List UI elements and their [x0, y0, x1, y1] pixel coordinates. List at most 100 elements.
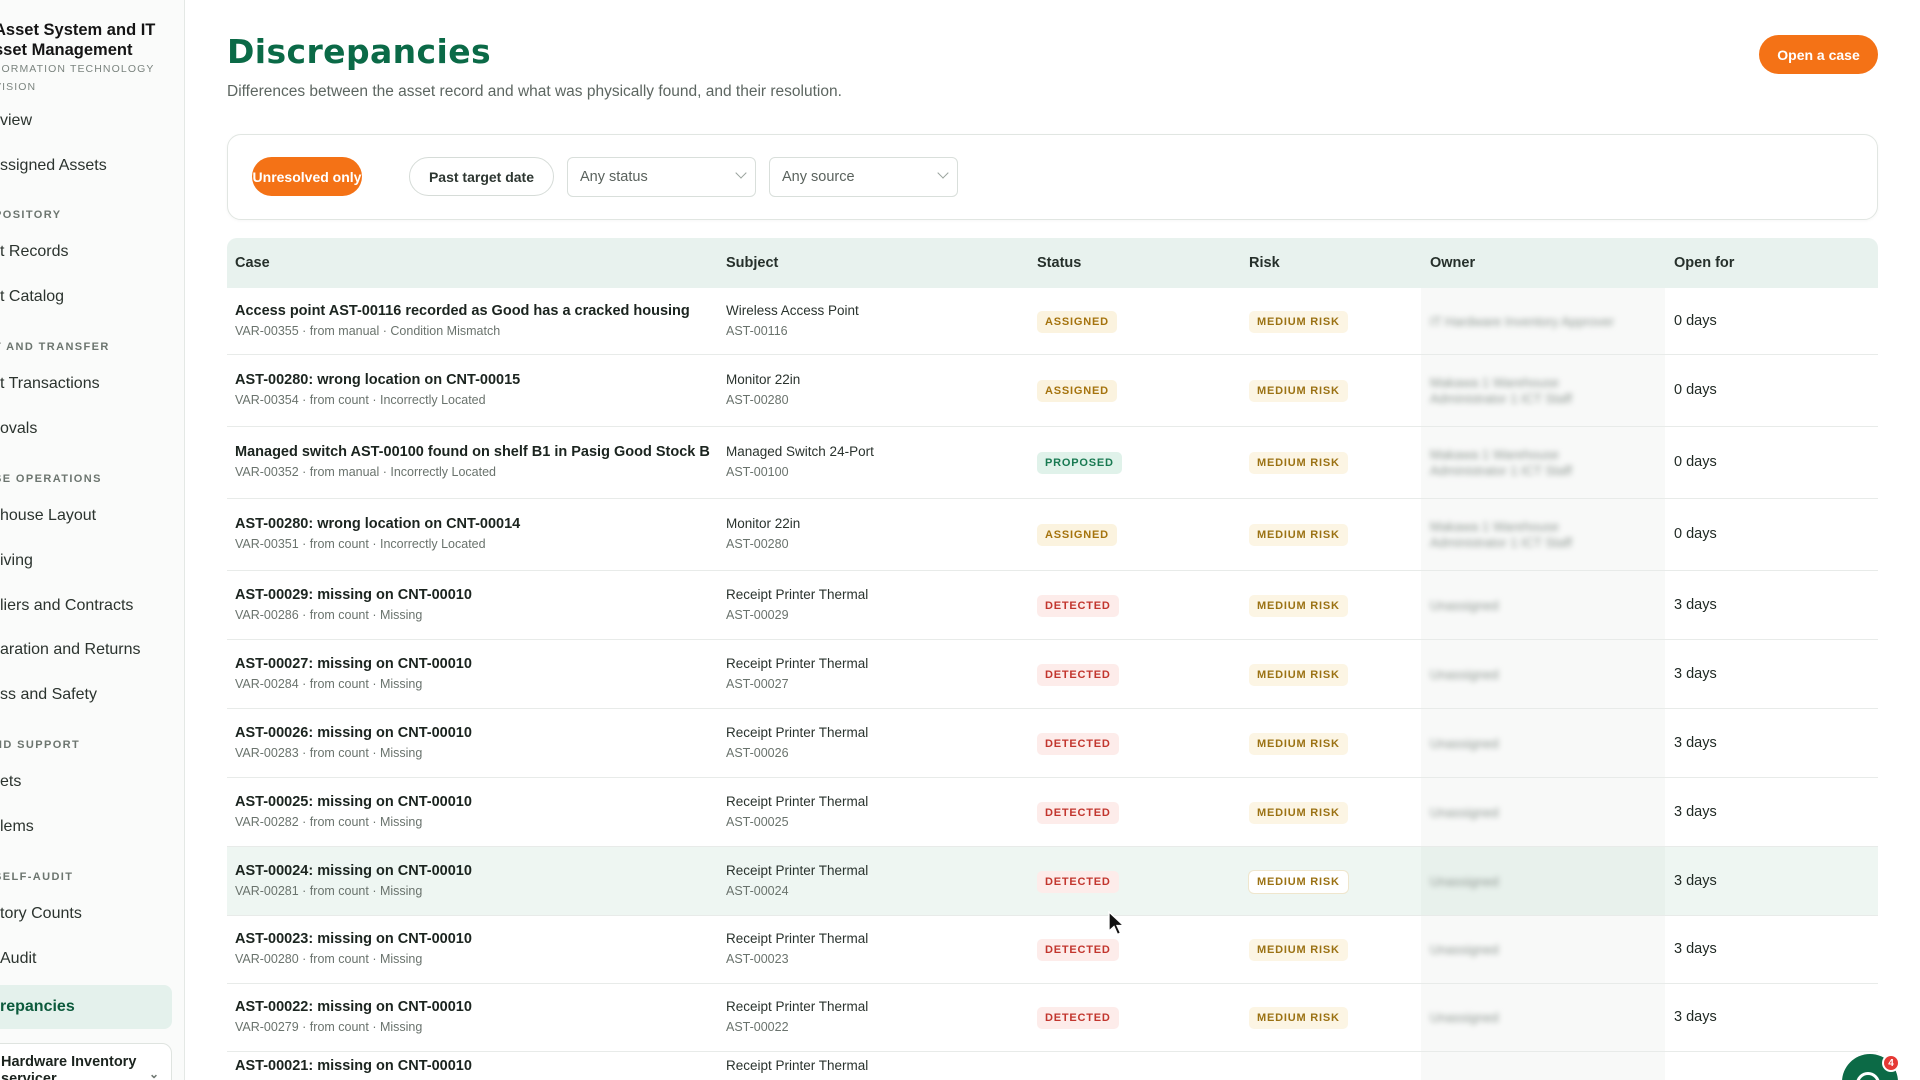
- table-row[interactable]: Access point AST-00116 recorded as Good …: [227, 288, 1878, 355]
- sidebar-item-suppliers[interactable]: liers and Contracts: [0, 587, 172, 625]
- owner-name: Unassigned: [1430, 736, 1499, 751]
- brand-title-line1: Asset System and IT: [0, 21, 156, 39]
- case-title[interactable]: AST-00023: missing on CNT-00010: [235, 931, 472, 947]
- owner-name: Unassigned: [1430, 942, 1499, 957]
- sidebar-item-approvals[interactable]: ovals: [0, 410, 172, 448]
- table-row[interactable]: AST-00029: missing on CNT-00010 VAR-00286…: [227, 571, 1878, 640]
- page-subtitle: Differences between the asset record and…: [227, 83, 842, 100]
- status-badge: DETECTED: [1037, 802, 1119, 824]
- status-select-value: Any status: [580, 169, 648, 185]
- open-for-value: 3 days: [1674, 1009, 1717, 1025]
- status-badge: DETECTED: [1037, 939, 1119, 961]
- column-header-case[interactable]: Case: [235, 255, 270, 271]
- org-switcher[interactable]: Hardware Inventory servicer ⌄: [0, 1043, 172, 1080]
- case-title[interactable]: AST-00024: missing on CNT-00010: [235, 863, 472, 879]
- owner-name: Makawa 1 Warehouse Administrator 1 ICT S…: [1430, 447, 1572, 478]
- subject-name: Receipt Printer Thermal: [726, 931, 869, 946]
- table-row[interactable]: AST-00022: missing on CNT-00010 VAR-00279…: [227, 984, 1878, 1052]
- sidebar: Asset System and IT sset Management FORM…: [0, 0, 185, 1080]
- past-target-date-toggle[interactable]: Past target date: [409, 157, 554, 196]
- risk-badge: MEDIUM RISK: [1249, 524, 1348, 546]
- sidebar-section-repository: POSITORY: [0, 209, 62, 221]
- sidebar-section-movement: T AND TRANSFER: [0, 341, 110, 353]
- column-header-owner[interactable]: Owner: [1430, 255, 1475, 271]
- risk-badge: MEDIUM RISK: [1249, 733, 1348, 755]
- table-row[interactable]: AST-00027: missing on CNT-00010 VAR-00284…: [227, 640, 1878, 709]
- subject-asset-id: AST-00100: [726, 465, 789, 479]
- table-row[interactable]: AST-00026: missing on CNT-00010 VAR-00283…: [227, 709, 1878, 778]
- case-meta: VAR-00354 · from count · Incorrectly Loc…: [235, 393, 486, 407]
- source-select[interactable]: Any source: [769, 157, 958, 197]
- table-row[interactable]: AST-00023: missing on CNT-00010 VAR-00280…: [227, 916, 1878, 984]
- sidebar-item-overview[interactable]: view: [0, 102, 172, 140]
- subject-name: Monitor 22in: [726, 516, 801, 531]
- org-name-line1: Hardware Inventory: [1, 1054, 137, 1070]
- status-badge: DETECTED: [1037, 664, 1119, 686]
- status-badge: ASSIGNED: [1037, 524, 1117, 546]
- case-meta: VAR-00283 · from count · Missing: [235, 746, 423, 760]
- sidebar-item-inventory-counts[interactable]: tory Counts: [0, 895, 172, 933]
- case-title[interactable]: AST-00029: missing on CNT-00010: [235, 587, 472, 603]
- column-header-status[interactable]: Status: [1037, 255, 1081, 271]
- case-title[interactable]: AST-00026: missing on CNT-00010: [235, 725, 472, 741]
- table-row[interactable]: AST-00280: wrong location on CNT-00014 VA…: [227, 499, 1878, 571]
- brand-subtitle-line2: VISION: [0, 81, 37, 93]
- owner-name: Unassigned: [1430, 1010, 1499, 1025]
- subject-name: Wireless Access Point: [726, 303, 859, 318]
- subject-asset-id: AST-00026: [726, 746, 789, 760]
- case-meta: VAR-00286 · from count · Missing: [235, 608, 423, 622]
- sidebar-item-separation-returns[interactable]: aration and Returns: [0, 631, 172, 669]
- source-select-value: Any source: [782, 169, 855, 185]
- chevron-down-icon: [937, 167, 949, 179]
- owner-cell: [1421, 1052, 1665, 1080]
- subject-asset-id: AST-00280: [726, 393, 789, 407]
- subject-name: Receipt Printer Thermal: [726, 656, 869, 671]
- subject-asset-id: AST-00280: [726, 537, 789, 551]
- owner-name: Makawa 1 Warehouse Administrator 1 ICT S…: [1430, 375, 1572, 406]
- subject-name: Receipt Printer Thermal: [726, 587, 869, 602]
- chat-icon: [1856, 1072, 1880, 1080]
- status-select[interactable]: Any status: [567, 157, 756, 197]
- sidebar-item-asset-transactions[interactable]: t Transactions: [0, 365, 172, 403]
- subject-name: Managed Switch 24-Port: [726, 444, 874, 459]
- sidebar-item-asset-catalog[interactable]: t Catalog: [0, 278, 172, 316]
- sidebar-item-asset-records[interactable]: t Records: [0, 233, 172, 271]
- case-title[interactable]: AST-00025: missing on CNT-00010: [235, 794, 472, 810]
- sidebar-item-receiving[interactable]: iving: [0, 542, 172, 580]
- open-for-value: 3 days: [1674, 804, 1717, 820]
- org-name-line2: servicer: [1, 1071, 57, 1080]
- case-title[interactable]: Managed switch AST-00100 found on shelf …: [235, 444, 710, 460]
- open-case-button[interactable]: Open a case: [1759, 35, 1878, 74]
- case-title[interactable]: AST-00022: missing on CNT-00010: [235, 999, 472, 1015]
- table-row[interactable]: AST-00021: missing on CNT-00010 Receipt P…: [227, 1052, 1878, 1080]
- case-meta: VAR-00284 · from count · Missing: [235, 677, 423, 691]
- status-badge: DETECTED: [1037, 1007, 1119, 1029]
- case-meta: VAR-00281 · from count · Missing: [235, 884, 423, 898]
- sidebar-item-access-safety[interactable]: ss and Safety: [0, 676, 172, 714]
- sidebar-item-warehouse-layout[interactable]: house Layout: [0, 497, 172, 535]
- column-header-subject[interactable]: Subject: [726, 255, 778, 271]
- subject-asset-id: AST-00116: [726, 324, 788, 338]
- sidebar-item-tickets[interactable]: ets: [0, 763, 172, 801]
- unresolved-only-toggle[interactable]: Unresolved only: [252, 157, 362, 196]
- case-title[interactable]: Access point AST-00116 recorded as Good …: [235, 303, 690, 319]
- sidebar-item-problems[interactable]: lems: [0, 808, 172, 846]
- column-header-risk[interactable]: Risk: [1249, 255, 1280, 271]
- discrepancies-table: Case Subject Status Risk Owner Open for …: [227, 238, 1878, 1080]
- sidebar-item-audit[interactable]: Audit: [0, 940, 172, 978]
- case-title[interactable]: AST-00021: missing on CNT-00010: [235, 1058, 472, 1074]
- sidebar-item-assigned-assets[interactable]: ssigned Assets: [0, 147, 172, 185]
- subject-asset-id: AST-00023: [726, 952, 789, 966]
- open-for-value: 3 days: [1674, 735, 1717, 751]
- table-row[interactable]: AST-00024: missing on CNT-00010 VAR-00281…: [227, 847, 1878, 916]
- table-row[interactable]: AST-00025: missing on CNT-00010 VAR-00282…: [227, 778, 1878, 847]
- column-header-open-for[interactable]: Open for: [1674, 255, 1734, 271]
- table-row[interactable]: Managed switch AST-00100 found on shelf …: [227, 427, 1878, 499]
- risk-badge: MEDIUM RISK: [1249, 311, 1348, 333]
- case-title[interactable]: AST-00027: missing on CNT-00010: [235, 656, 472, 672]
- case-title[interactable]: AST-00280: wrong location on CNT-00014: [235, 516, 520, 532]
- case-title[interactable]: AST-00280: wrong location on CNT-00015: [235, 372, 520, 388]
- sidebar-item-discrepancies[interactable]: repancies: [0, 985, 172, 1029]
- table-row[interactable]: AST-00280: wrong location on CNT-00015 VA…: [227, 355, 1878, 427]
- open-for-value: 3 days: [1674, 941, 1717, 957]
